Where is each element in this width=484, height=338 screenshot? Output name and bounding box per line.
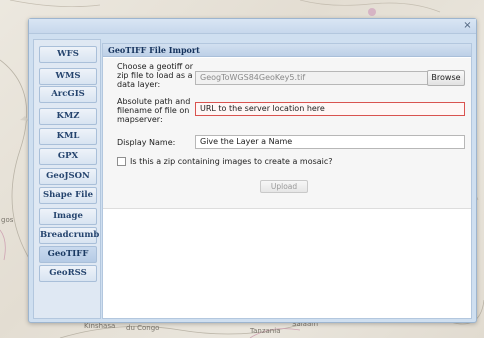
path-label: Absolute path and filename of file on ma… [117, 97, 191, 124]
tab-breadcrumb[interactable]: Breadcrumb [39, 227, 99, 244]
geotiff-form: Choose a geotiff or zip file to load as … [103, 58, 471, 209]
mosaic-label: Is this a zip containing images to creat… [130, 157, 333, 166]
tab-gpx[interactable]: GPX [39, 148, 97, 165]
close-icon[interactable]: × [463, 21, 472, 31]
tab-arcgis[interactable]: ArcGIS [39, 86, 97, 103]
map-label: Tanzania [250, 327, 281, 335]
browse-button[interactable]: Browse [427, 70, 465, 86]
mosaic-checkbox[interactable] [117, 157, 126, 166]
tab-wfs[interactable]: WFS [39, 46, 97, 63]
tab-shape-file[interactable]: Shape File [39, 187, 97, 204]
layer-type-tabs: WFS WMS ArcGIS KMZ KML GPX GeoJSON Shape… [33, 39, 101, 319]
tab-image[interactable]: Image [39, 208, 97, 225]
map-label: du Congo [126, 324, 160, 332]
upload-button[interactable]: Upload [260, 180, 308, 193]
panel-title: GeoTIFF File Import [103, 44, 471, 57]
file-label: Choose a geotiff or zip file to load as … [117, 62, 194, 89]
tab-geotiff[interactable]: GeoTIFF [39, 246, 97, 263]
tab-georss[interactable]: GeoRSS [39, 265, 97, 282]
display-name-input[interactable]: Give the Layer a Name [195, 135, 465, 149]
tab-kmz[interactable]: KMZ [39, 108, 97, 125]
map-label: gos [1, 216, 14, 224]
map-label: Kinshasa [84, 322, 116, 330]
display-name-label: Display Name: [117, 138, 176, 147]
tab-wms[interactable]: WMS [39, 68, 97, 85]
file-field[interactable]: GeogToWGS84GeoKey5.tif [195, 71, 429, 85]
geotiff-panel: GeoTIFF File Import Choose a geotiff or … [102, 43, 472, 319]
dialog-titlebar[interactable]: × [29, 19, 476, 34]
server-path-input[interactable]: URL to the server location here [195, 102, 465, 116]
tab-geojson[interactable]: GeoJSON [39, 168, 97, 185]
tab-kml[interactable]: KML [39, 128, 97, 145]
layer-import-dialog: × WFS WMS ArcGIS KMZ KML GPX GeoJSON Sha… [28, 18, 477, 323]
